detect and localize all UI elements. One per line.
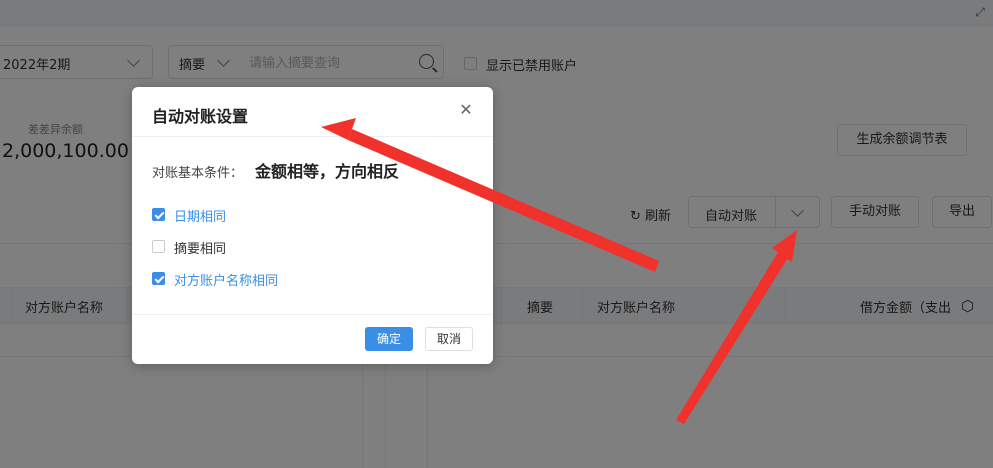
option-label: 日期相同 xyxy=(174,210,227,225)
close-icon[interactable]: ✕ xyxy=(459,102,473,118)
cancel-button[interactable]: 取消 xyxy=(425,327,473,351)
dialog-footer-divider xyxy=(132,314,493,315)
checkbox-unchecked[interactable] xyxy=(152,240,165,253)
dialog-title: 自动对账设置 xyxy=(152,107,249,126)
confirm-button[interactable]: 确定 xyxy=(365,327,413,351)
condition-value: 金额相等，方向相反 xyxy=(255,162,400,181)
checkbox-checked[interactable] xyxy=(152,272,165,285)
option-label: 摘要相同 xyxy=(174,242,227,257)
condition-label: 对账基本条件： xyxy=(152,166,244,181)
auto-reconcile-dialog: 自动对账设置 ✕ 对账基本条件： 金额相等，方向相反 日期相同 摘要相同 对方账… xyxy=(132,87,493,364)
option-label: 对方账户名称相同 xyxy=(174,274,279,289)
dialog-divider xyxy=(132,136,493,137)
checkbox-checked[interactable] xyxy=(152,208,165,221)
